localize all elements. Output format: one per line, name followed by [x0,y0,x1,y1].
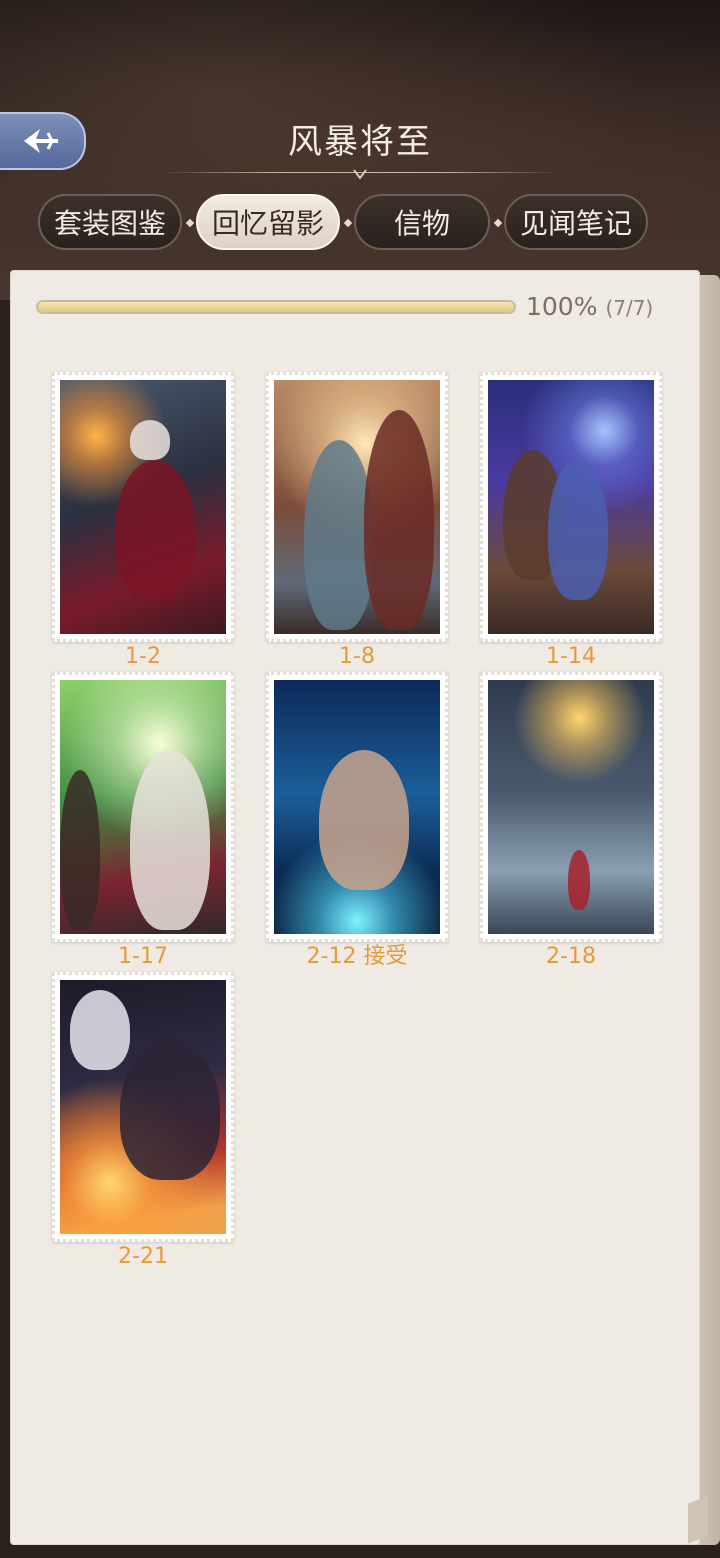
card-image [488,380,654,634]
card-label: 2-21 [118,1244,168,1269]
figure-head [130,420,170,460]
card-frame [480,672,662,942]
card-image [274,680,440,934]
card-image [60,380,226,634]
card-label: 1-2 [125,644,161,669]
card-label: 1-14 [546,644,596,669]
card-frame [266,672,448,942]
figure-body [130,750,210,930]
memory-card[interactable]: 2-12 接受 [266,672,448,969]
card-frame [480,372,662,642]
card-image [60,680,226,934]
figure-body [364,410,434,630]
figure-head [70,990,130,1070]
figure-body [60,770,100,930]
card-frame [52,372,234,642]
memory-card[interactable]: 2-18 [480,672,662,969]
card-image [274,380,440,634]
card-frame [52,672,234,942]
memory-card[interactable]: 1-14 [480,372,662,669]
memory-card[interactable]: 1-2 [52,372,234,669]
card-frame [266,372,448,642]
memory-grid: 1-2 1-8 1-14 1-17 2-12 接受 2-18 2-21 [0,0,720,1558]
card-image [488,680,654,934]
card-label: 2-18 [546,944,596,969]
memory-card[interactable]: 1-8 [266,372,448,669]
figure-body [568,850,590,910]
card-label: 2-12 接受 [306,944,408,969]
memory-card[interactable]: 1-17 [52,672,234,969]
card-label: 1-17 [118,944,168,969]
memory-card[interactable]: 2-21 [52,972,234,1269]
card-image [60,980,226,1234]
card-frame [52,972,234,1242]
figure-body [548,460,608,600]
figure-body [120,1040,220,1180]
figure-body [319,750,409,890]
figure-body [115,460,195,600]
card-label: 1-8 [339,644,375,669]
